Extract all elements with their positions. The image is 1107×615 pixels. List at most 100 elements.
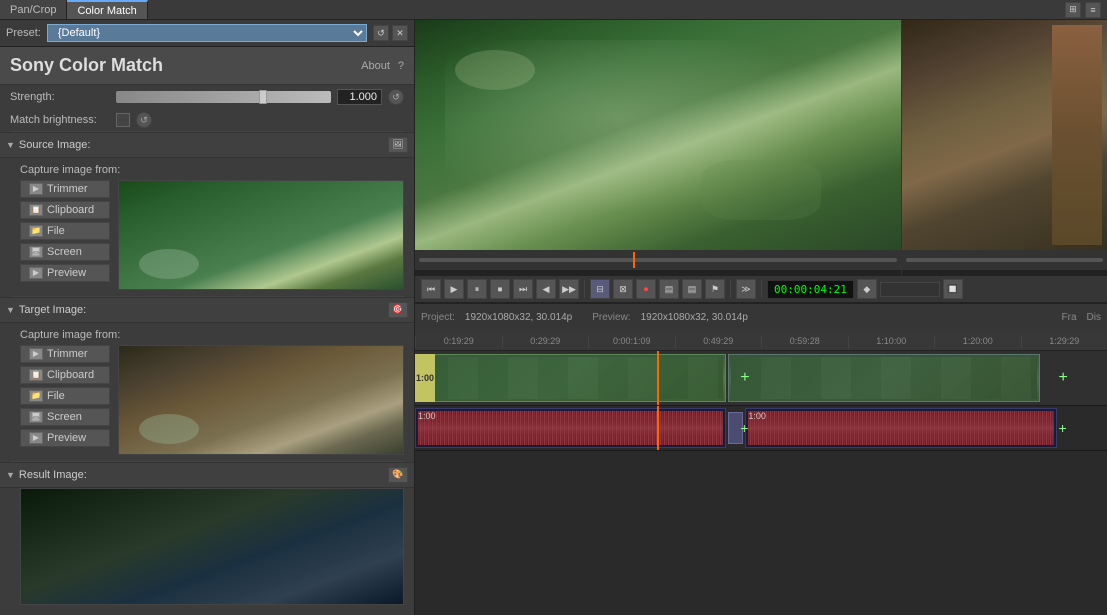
video-clips: 1:00 1:00 — [415, 354, 1107, 402]
transport-sep-3 — [761, 280, 762, 298]
target-clipboard-btn[interactable]: 📋 Clipboard — [20, 366, 110, 384]
preview-value: 1920x1080x32, 30.014p — [641, 312, 748, 323]
preset-reset-icon[interactable]: ↺ — [373, 25, 389, 41]
tab-icon-1[interactable]: ⊞ — [1065, 2, 1081, 18]
transport-step-back-btn[interactable]: ◀ — [536, 279, 556, 299]
source-file-btn[interactable]: 📁 File — [20, 222, 110, 240]
result-preview-image — [20, 488, 404, 605]
project-label: Project: — [421, 312, 455, 323]
video-clip-2[interactable] — [728, 354, 1039, 402]
transport-btn-c[interactable]: ⚑ — [705, 279, 725, 299]
tab-pan-crop[interactable]: Pan/Crop — [0, 0, 67, 19]
result-section-title: Result Image: — [19, 469, 384, 481]
strength-slider[interactable] — [116, 91, 331, 103]
target-capture-label: Capture image from: — [20, 329, 404, 341]
secondary-scrubber[interactable] — [902, 250, 1107, 270]
target-arrow-icon: ▼ — [6, 305, 15, 315]
video-scrubber[interactable] — [415, 250, 901, 270]
playhead — [657, 351, 659, 405]
scrubber-bar[interactable] — [419, 258, 897, 262]
video-track-content: 1:00 1:00 + — [415, 351, 1107, 405]
transport-more-btn[interactable]: ≫ — [736, 279, 756, 299]
ruler-mark-1: 0:29:29 — [502, 336, 589, 348]
video-previews — [415, 20, 1107, 275]
brightness-reset[interactable]: ↺ — [136, 112, 152, 128]
target-section-header[interactable]: ▼ Target Image: 🎯 — [0, 297, 414, 323]
clip-2-frames — [731, 357, 1036, 399]
result-arrow-icon: ▼ — [6, 470, 15, 480]
secondary-tree — [1052, 25, 1102, 245]
transport-rec-btn[interactable]: ⏺ — [636, 279, 656, 299]
audio-clip-1[interactable]: 1:00 — [415, 408, 726, 448]
target-section-icon[interactable]: 🎯 — [388, 302, 408, 318]
plugin-title: Sony Color Match — [10, 55, 163, 76]
audio-clips: 1:00 1:00 — [415, 408, 1107, 448]
transport-prev-frame-btn[interactable]: ⏭ — [513, 279, 533, 299]
left-panel: Preset: {Default} ↺ ✕ Sony Color Match A… — [0, 20, 415, 615]
transport-timecode-btn[interactable]: ◆ — [857, 279, 877, 299]
target-file-btn[interactable]: 📁 File — [20, 387, 110, 405]
audio-marker-1: 1:00 — [418, 411, 436, 421]
clip-1-frames — [418, 357, 723, 399]
audio-track-content: 1:00 1:00 + + — [415, 406, 1107, 450]
tab-icon-2[interactable]: ≡ — [1085, 2, 1101, 18]
brightness-label: Match brightness: — [10, 114, 110, 126]
video-track: 1:00 1:00 + — [415, 351, 1107, 406]
video-main-preview — [415, 20, 902, 275]
source-preview-canvas — [119, 181, 403, 289]
target-screen-btn[interactable]: 🖥 Screen — [20, 408, 110, 426]
transport-loop-btn[interactable]: ⊟ — [590, 279, 610, 299]
result-preview-canvas — [21, 489, 403, 604]
strength-value[interactable]: 1.000 — [337, 89, 382, 105]
target-preview-canvas — [119, 346, 403, 454]
source-screen-btn[interactable]: 🖥 Screen — [20, 243, 110, 261]
transport-snap-btn[interactable]: 🔲 — [943, 279, 963, 299]
audio-clip-2[interactable]: 1:00 — [745, 408, 1056, 448]
trimmer-icon: ▶ — [29, 183, 43, 195]
help-link[interactable]: ? — [398, 60, 404, 72]
source-section-header[interactable]: ▼ Source Image: 🖼 — [0, 132, 414, 158]
audio-playhead — [657, 406, 659, 450]
source-section-icon[interactable]: 🖼 — [388, 137, 408, 153]
target-preview-btn[interactable]: ▶ Preview — [20, 429, 110, 447]
transport-play-btn[interactable]: ▶ — [444, 279, 464, 299]
timeline-tracks: 1:00 1:00 + — [415, 351, 1107, 615]
preset-label: Preset: — [6, 27, 41, 39]
transport-sep-2 — [730, 280, 731, 298]
transport-btn-b[interactable]: ▤ — [682, 279, 702, 299]
transport-step-fwd-btn[interactable]: ▶▶ — [559, 279, 579, 299]
source-clipboard-btn[interactable]: 📋 Clipboard — [20, 201, 110, 219]
timecode-input[interactable] — [880, 282, 940, 297]
tab-color-match-label: Color Match — [77, 5, 136, 17]
transport-punch-btn[interactable]: ⊠ — [613, 279, 633, 299]
scrubber-thumb — [633, 252, 635, 268]
audio-add-icon-1: + — [740, 420, 748, 436]
ruler-mark-5: 1:10:00 — [848, 336, 935, 348]
transport-btn-a[interactable]: ▤ — [659, 279, 679, 299]
transport-stop-btn[interactable]: ⏹ — [490, 279, 510, 299]
audio-add-icon-2: + — [1059, 420, 1067, 436]
transport-pause-btn[interactable]: ⏸ — [467, 279, 487, 299]
about-link[interactable]: About — [361, 60, 390, 72]
target-trimmer-btn[interactable]: ▶ Trimmer — [20, 345, 110, 363]
secondary-scrubber-bar[interactable] — [906, 258, 1103, 262]
tab-bar: Pan/Crop Color Match ⊞ ≡ — [0, 0, 1107, 20]
result-section-icon[interactable]: 🎨 — [388, 467, 408, 483]
source-capture-section: Capture image from: ▶ Trimmer 📋 Clipboar… — [0, 158, 414, 296]
target-capture-layout: ▶ Trimmer 📋 Clipboard 📁 File 🖥 Screen — [20, 345, 404, 455]
preset-dropdown[interactable]: {Default} — [47, 24, 367, 42]
source-preview-btn[interactable]: ▶ Preview — [20, 264, 110, 282]
video-highlight — [455, 50, 535, 90]
tab-color-match[interactable]: Color Match — [67, 0, 147, 19]
strength-reset[interactable]: ↺ — [388, 89, 404, 105]
preset-close-icon[interactable]: ✕ — [392, 25, 408, 41]
video-clip-1[interactable] — [415, 354, 726, 402]
audio-track: 1:00 1:00 + + — [415, 406, 1107, 451]
result-section-header[interactable]: ▼ Result Image: 🎨 — [0, 462, 414, 488]
preset-row: Preset: {Default} ↺ ✕ — [0, 20, 414, 47]
source-trimmer-btn[interactable]: ▶ Trimmer — [20, 180, 110, 198]
brightness-checkbox[interactable] — [116, 113, 130, 127]
transport-rewind-end-btn[interactable]: ⏮ — [421, 279, 441, 299]
target-preview-image — [118, 345, 404, 455]
project-value: 1920x1080x32, 30.014p — [465, 312, 572, 323]
